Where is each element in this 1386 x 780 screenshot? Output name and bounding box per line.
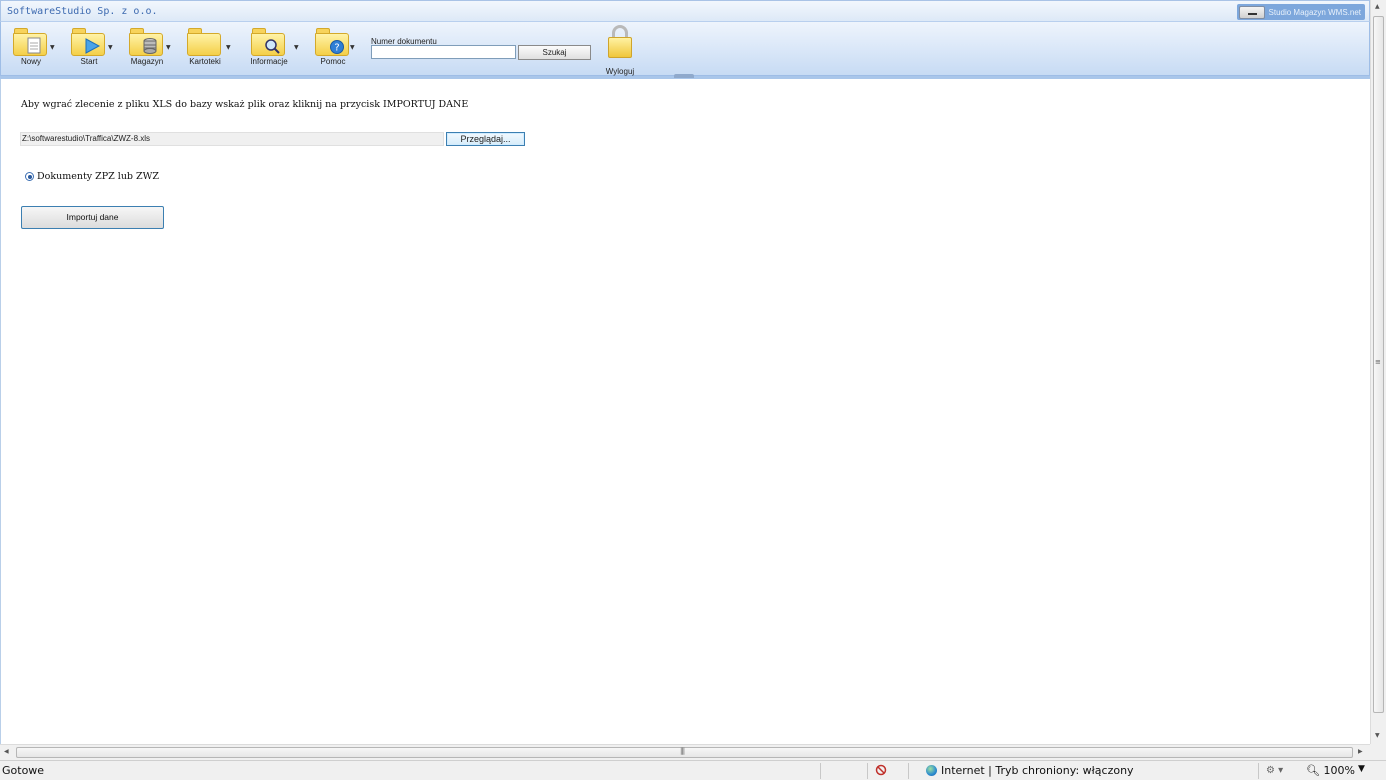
import-data-button[interactable]: Importuj dane bbox=[21, 206, 164, 229]
toolbar-magazyn-label: Magazyn bbox=[130, 57, 164, 66]
toolbar-magazyn-button[interactable]: ▼ Magazyn bbox=[127, 26, 171, 72]
logout-label: Wyloguj bbox=[605, 67, 635, 76]
main-content: Aby wgrać zlecenie z pliku XLS do bazy w… bbox=[0, 79, 1367, 744]
company-name: SoftwareStudio Sp. z o.o. bbox=[7, 6, 158, 17]
radio-label: Dokumenty ZPZ lub ZWZ bbox=[37, 171, 160, 182]
new-document-folder-icon bbox=[13, 26, 49, 56]
toolbar-pomoc-button[interactable]: ? ▼ Pomoc bbox=[313, 26, 355, 72]
chevron-down-icon[interactable]: ▼ bbox=[50, 44, 55, 51]
warehouse-database-folder-icon bbox=[129, 26, 165, 56]
popup-blocker-icon[interactable] bbox=[875, 764, 887, 776]
title-bar: SoftwareStudio Sp. z o.o. Studio Magazyn… bbox=[0, 0, 1370, 22]
minimize-button[interactable] bbox=[1238, 5, 1265, 19]
toolbar-kartoteki-button[interactable]: ▼ Kartoteki bbox=[185, 26, 231, 72]
divider bbox=[820, 763, 821, 779]
search-button[interactable]: Szukaj bbox=[518, 45, 591, 60]
toolbar-informacje-button[interactable]: ▼ Informacje bbox=[247, 26, 299, 72]
toolbar-collapse-handle[interactable] bbox=[674, 74, 694, 78]
lock-icon bbox=[606, 25, 634, 59]
scroll-up-icon[interactable]: ▲ bbox=[1375, 3, 1380, 10]
toolbar-start-button[interactable]: ▼ Start bbox=[69, 26, 113, 72]
document-type-option[interactable]: Dokumenty ZPZ lub ZWZ bbox=[25, 171, 159, 182]
info-search-folder-icon bbox=[251, 26, 287, 56]
document-search: Numer dokumentu Szukaj bbox=[371, 29, 591, 60]
help-folder-icon: ? bbox=[315, 26, 351, 56]
horizontal-scroll-thumb[interactable] bbox=[16, 747, 1353, 758]
chevron-down-icon[interactable]: ▼ bbox=[108, 44, 113, 51]
zoom-level[interactable]: 🔍︎ 100% bbox=[1306, 764, 1355, 777]
toolbar-new-label: Nowy bbox=[20, 57, 41, 66]
chevron-down-icon[interactable]: ▼ bbox=[166, 44, 171, 51]
globe-icon bbox=[926, 765, 937, 776]
status-text: Gotowe bbox=[2, 764, 45, 777]
radio-selected-icon[interactable] bbox=[25, 172, 34, 181]
scroll-down-icon[interactable]: ▼ bbox=[1375, 732, 1380, 739]
scroll-right-icon[interactable]: ▶ bbox=[1358, 748, 1363, 755]
divider bbox=[908, 763, 909, 779]
app-badge: Studio Magazyn WMS.net bbox=[1236, 4, 1365, 20]
import-instruction: Aby wgrać zlecenie z pliku XLS do bazy w… bbox=[21, 99, 469, 110]
divider bbox=[867, 763, 868, 779]
horizontal-scrollbar[interactable]: ◀ ||| ▶ bbox=[0, 744, 1370, 760]
toolbar-kartoteki-label: Kartoteki bbox=[189, 57, 221, 66]
chevron-down-icon[interactable]: ▼ bbox=[294, 44, 299, 51]
grip-icon: ||| bbox=[680, 747, 685, 755]
grip-icon: ≡ bbox=[1375, 358, 1381, 366]
chevron-down-icon[interactable]: ▼ bbox=[1358, 764, 1365, 774]
divider bbox=[1258, 763, 1259, 779]
scrollbar-corner bbox=[1370, 744, 1386, 760]
toolbar-new-button[interactable]: ▼ Nowy bbox=[11, 26, 55, 72]
zoom-value: 100% bbox=[1323, 764, 1355, 777]
start-play-folder-icon bbox=[71, 26, 107, 56]
logout-button[interactable]: Wyloguj bbox=[601, 25, 639, 78]
toolbar-start-label: Start bbox=[80, 57, 98, 66]
main-toolbar: ▼ Nowy ▼ Start ▼ Magazyn ▼ Kartoteki ▼ I… bbox=[0, 22, 1370, 76]
app-name: Studio Magazyn WMS.net bbox=[1268, 7, 1361, 17]
document-number-input[interactable] bbox=[371, 45, 516, 59]
chevron-down-icon[interactable]: ▼ bbox=[350, 44, 355, 51]
browse-button[interactable]: Przeglądaj... bbox=[446, 132, 525, 146]
security-zone[interactable]: Internet | Tryb chroniony: włączony bbox=[926, 764, 1134, 777]
zone-text: Internet | Tryb chroniony: włączony bbox=[941, 764, 1134, 777]
protected-mode-icon[interactable]: ⚙ ▾ bbox=[1266, 765, 1283, 776]
vertical-scrollbar[interactable]: ▲ ≡ ▼ bbox=[1370, 0, 1386, 744]
toolbar-informacje-label: Informacje bbox=[250, 57, 288, 66]
svg-text:?: ? bbox=[334, 43, 339, 54]
chevron-down-icon[interactable]: ▼ bbox=[226, 44, 231, 51]
file-path-field[interactable]: Z:\softwarestudio\Traffica\ZWZ-8.xls bbox=[20, 132, 444, 146]
folder-icon bbox=[187, 26, 223, 56]
status-bar: Gotowe Internet | Tryb chroniony: włączo… bbox=[0, 760, 1386, 780]
scroll-left-icon[interactable]: ◀ bbox=[4, 748, 9, 755]
toolbar-pomoc-label: Pomoc bbox=[320, 57, 346, 66]
